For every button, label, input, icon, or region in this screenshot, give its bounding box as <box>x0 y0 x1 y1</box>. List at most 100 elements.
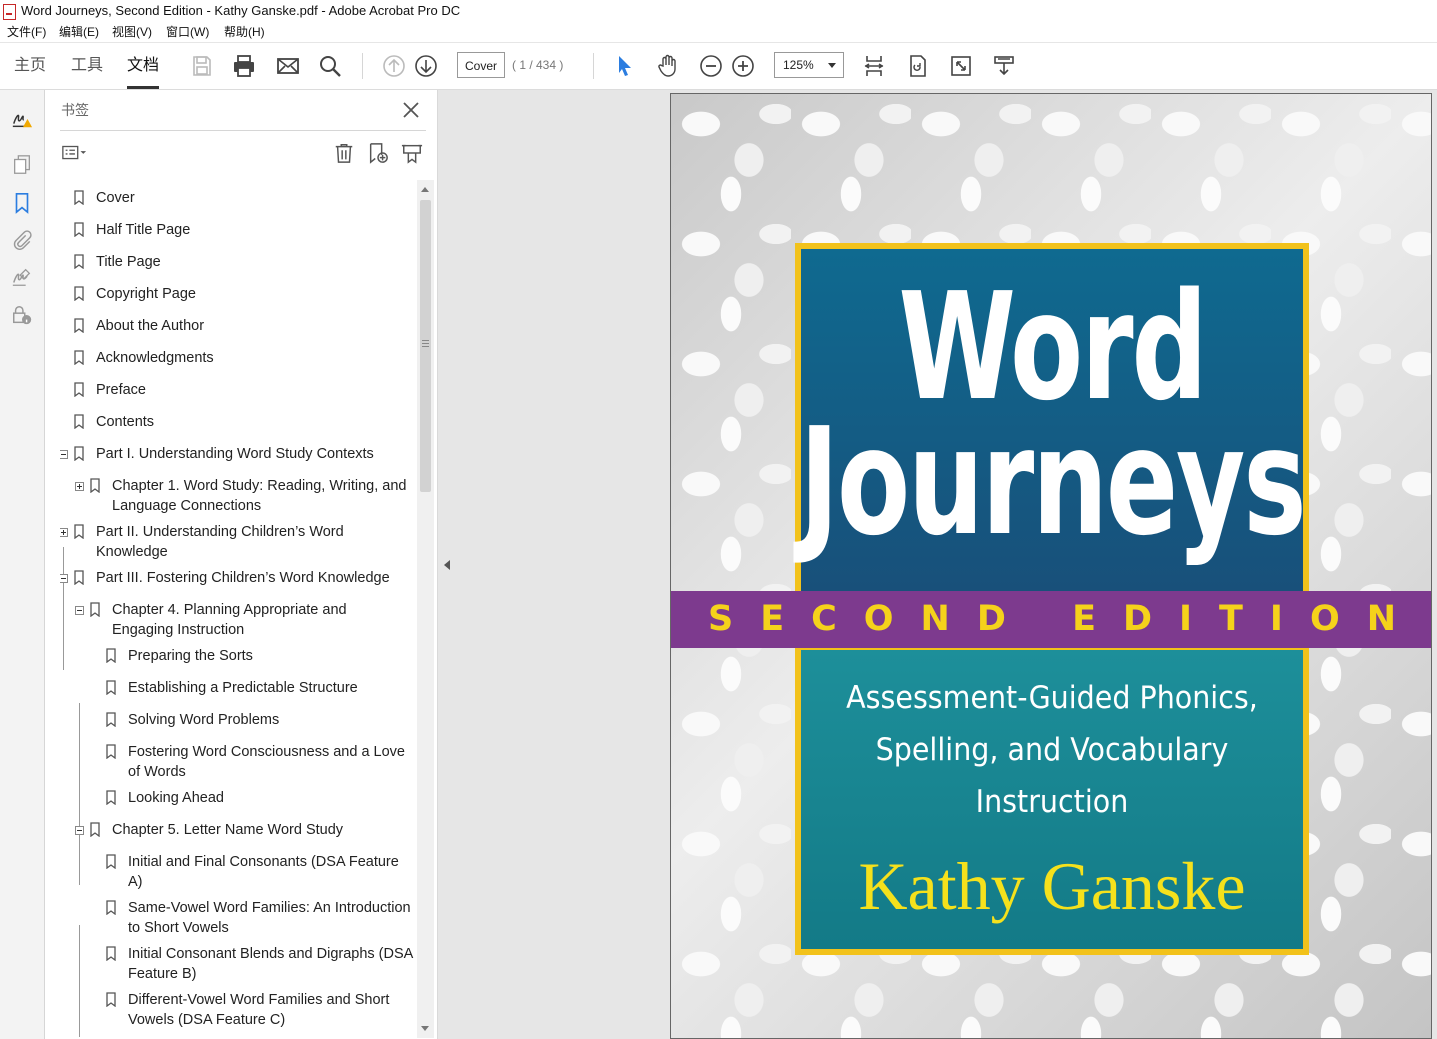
bookmark-item[interactable]: Looking Ahead <box>60 788 417 810</box>
zoom-out-icon[interactable] <box>698 53 724 79</box>
full-screen-icon[interactable] <box>948 53 974 79</box>
new-bookmark-icon[interactable] <box>365 140 391 166</box>
bookmark-label[interactable]: Acknowledgments <box>96 348 296 368</box>
attachments-icon[interactable] <box>9 227 35 253</box>
expand-icon[interactable] <box>60 528 68 537</box>
bookmark-icon <box>106 946 116 961</box>
bookmark-label[interactable]: Contents <box>96 412 296 432</box>
bookmark-item[interactable]: Acknowledgments <box>60 348 417 370</box>
email-icon[interactable] <box>275 53 301 79</box>
bookmark-label[interactable]: Preface <box>96 380 296 400</box>
bookmark-label[interactable]: Initial Consonant Blends and Digraphs (D… <box>128 944 413 984</box>
tab-home[interactable]: 主页 <box>14 43 46 89</box>
bookmark-label[interactable]: Establishing a Predictable Structure <box>128 678 408 698</box>
hand-tool-icon[interactable] <box>655 53 681 79</box>
bookmark-item[interactable]: Copyright Page <box>60 284 417 306</box>
scroll-up-icon[interactable] <box>421 187 429 192</box>
bookmark-item[interactable]: Preparing the Sorts <box>60 646 417 668</box>
bookmark-label[interactable]: Part II. Understanding Children’s Word K… <box>96 522 386 562</box>
title-bar: Word Journeys, Second Edition - Kathy Ga… <box>0 0 1437 22</box>
cover-author: Kathy Ganske <box>858 848 1246 924</box>
bookmark-label[interactable]: Initial and Final Consonants (DSA Featur… <box>128 852 413 892</box>
bookmark-label[interactable]: About the Author <box>96 316 296 336</box>
signature-warning-icon[interactable] <box>9 106 35 132</box>
close-icon[interactable] <box>401 100 421 120</box>
options-menu-icon[interactable] <box>61 140 87 166</box>
bookmark-label[interactable]: Fostering Word Consciousness and a Love … <box>128 742 417 782</box>
security-lock-icon[interactable] <box>9 302 35 328</box>
menu-edit[interactable]: 编辑(E) <box>59 22 99 42</box>
bookmark-label[interactable]: Preparing the Sorts <box>128 646 408 666</box>
cover-title-journeys: Journeys <box>799 396 1306 568</box>
bookmark-label[interactable]: Part III. Fostering Children’s Word Know… <box>96 568 396 588</box>
bookmark-item[interactable]: Solving Word Problems <box>60 710 417 732</box>
bookmark-item[interactable]: Chapter 1. Word Study: Reading, Writing,… <box>60 476 417 514</box>
menu-window[interactable]: 窗口(W) <box>166 22 209 42</box>
bookmark-item[interactable]: About the Author <box>60 316 417 338</box>
expand-bookmark-icon[interactable] <box>399 140 425 166</box>
pdf-page[interactable]: Word Journeys SECOND EDITION Assessment-… <box>670 93 1432 1039</box>
tab-document[interactable]: 文档 <box>127 43 160 89</box>
scrollbar[interactable] <box>417 180 434 1038</box>
tab-tools[interactable]: 工具 <box>71 43 103 89</box>
bookmark-item[interactable]: Fostering Word Consciousness and a Love … <box>60 742 417 780</box>
bookmark-item[interactable]: Initial Consonant Blends and Digraphs (D… <box>60 944 417 982</box>
collapse-icon[interactable] <box>60 574 68 583</box>
bookmarks-icon[interactable] <box>9 190 35 216</box>
bookmark-item[interactable]: Establishing a Predictable Structure <box>60 678 417 700</box>
bookmark-item[interactable]: Preface <box>60 380 417 402</box>
bookmark-item[interactable]: Part II. Understanding Children’s Word K… <box>60 522 417 560</box>
bookmark-label[interactable]: Part I. Understanding Word Study Context… <box>96 444 396 464</box>
expand-icon[interactable] <box>75 482 84 491</box>
bookmark-item[interactable]: Title Page <box>60 252 417 274</box>
collapse-icon[interactable] <box>75 606 84 615</box>
bookmark-item[interactable]: Part I. Understanding Word Study Context… <box>60 444 417 466</box>
bookmark-label[interactable]: Same-Vowel Word Families: An Introductio… <box>128 898 413 938</box>
bookmark-icon <box>74 254 84 269</box>
bookmark-item[interactable]: Initial and Final Consonants (DSA Featur… <box>60 852 417 890</box>
bookmark-item[interactable]: Cover <box>60 188 417 210</box>
bookmark-label[interactable]: Title Page <box>96 252 296 272</box>
collapse-panel-icon[interactable] <box>444 560 450 570</box>
bookmark-item[interactable]: Part III. Fostering Children’s Word Know… <box>60 568 417 590</box>
bookmark-item[interactable]: Same-Vowel Word Families: An Introductio… <box>60 898 417 936</box>
bookmark-item[interactable]: Half Title Page <box>60 220 417 242</box>
select-tool-icon[interactable] <box>612 53 638 79</box>
bookmark-label[interactable]: Solving Word Problems <box>128 710 408 730</box>
bookmark-label[interactable]: Different-Vowel Word Families and Short … <box>128 990 413 1030</box>
menu-view[interactable]: 视图(V) <box>112 22 152 42</box>
page-thumbnails-icon[interactable] <box>9 152 35 178</box>
menu-help[interactable]: 帮助(H) <box>224 22 265 42</box>
bookmark-label[interactable]: Copyright Page <box>96 284 296 304</box>
bookmark-label[interactable]: Cover <box>96 188 296 208</box>
save-icon[interactable] <box>189 53 215 79</box>
fit-page-icon[interactable] <box>861 53 887 79</box>
print-icon[interactable] <box>231 53 257 79</box>
search-icon[interactable] <box>317 53 343 79</box>
page-number-input[interactable]: Cover <box>457 52 505 78</box>
read-mode-icon[interactable] <box>991 53 1017 79</box>
collapse-icon[interactable] <box>75 826 84 835</box>
next-page-icon[interactable] <box>413 53 439 79</box>
collapse-icon[interactable] <box>60 450 68 459</box>
bookmark-item[interactable]: Chapter 5. Letter Name Word Study <box>60 820 417 842</box>
scroll-down-icon[interactable] <box>421 1026 429 1031</box>
bookmark-item[interactable]: Chapter 4. Planning Appropriate and Enga… <box>60 600 417 638</box>
rotate-page-icon[interactable] <box>905 53 931 79</box>
previous-page-icon[interactable] <box>381 53 407 79</box>
menu-file[interactable]: 文件(F) <box>7 22 46 42</box>
chevron-down-icon[interactable] <box>828 63 836 68</box>
bookmark-label[interactable]: Chapter 4. Planning Appropriate and Enga… <box>112 600 402 640</box>
bookmark-label[interactable]: Looking Ahead <box>128 788 408 808</box>
toolbar-separator <box>362 53 363 79</box>
zoom-in-icon[interactable] <box>730 53 756 79</box>
signatures-icon[interactable] <box>9 264 35 290</box>
zoom-select[interactable]: 125% <box>774 52 844 78</box>
delete-bookmark-icon[interactable] <box>331 140 357 166</box>
bookmark-label[interactable]: Chapter 5. Letter Name Word Study <box>112 820 402 840</box>
bookmark-label[interactable]: Chapter 1. Word Study: Reading, Writing,… <box>112 476 412 516</box>
bookmark-item[interactable]: Contents <box>60 412 417 434</box>
bookmark-label[interactable]: Half Title Page <box>96 220 296 240</box>
document-view[interactable]: Word Journeys SECOND EDITION Assessment-… <box>438 90 1437 1039</box>
bookmark-item[interactable]: Different-Vowel Word Families and Short … <box>60 990 417 1028</box>
